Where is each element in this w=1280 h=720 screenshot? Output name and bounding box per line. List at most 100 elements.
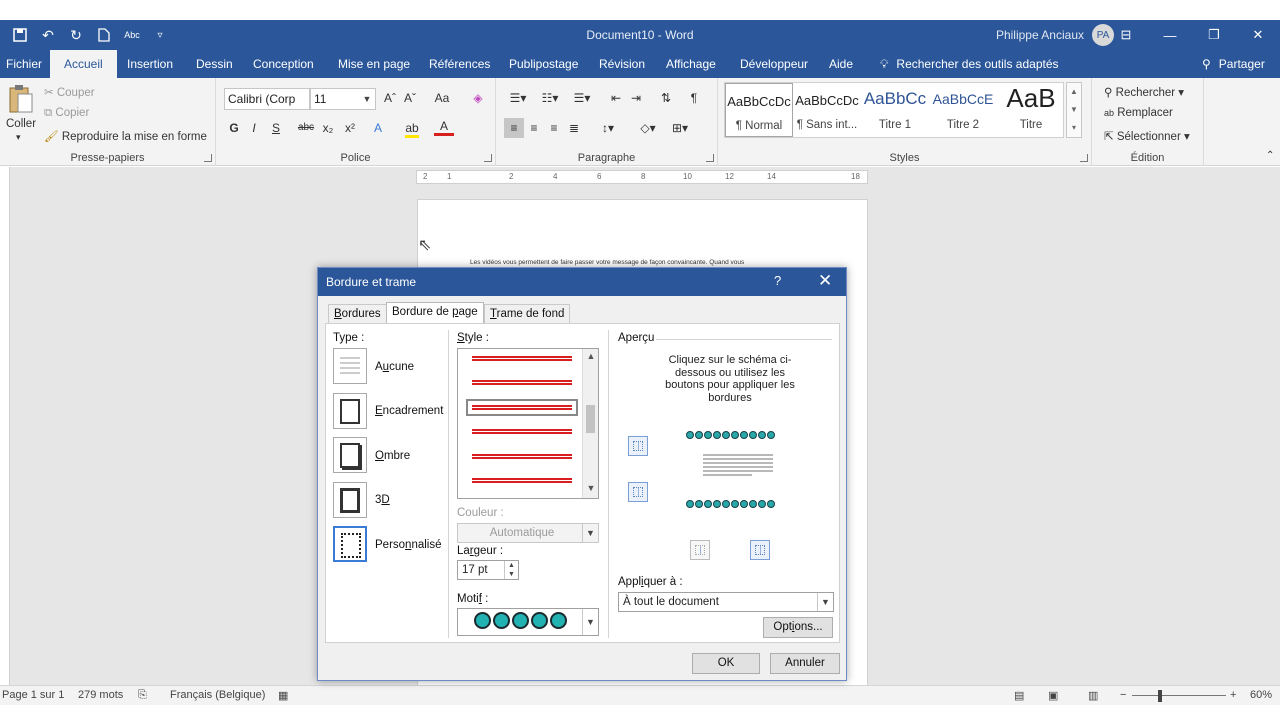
select-button[interactable]: ⇱ Sélectionner ▾ <box>1104 129 1190 143</box>
tab-trame-de-fond[interactable]: Trame de fond <box>484 304 571 324</box>
paste-button[interactable]: Coller <box>6 118 36 130</box>
print-layout-icon[interactable]: ▣ <box>1048 689 1058 702</box>
style-option[interactable] <box>472 380 572 385</box>
close-icon[interactable]: ✕ <box>1236 20 1280 50</box>
style-normal[interactable]: AaBbCcDc ¶ Normal <box>725 83 793 137</box>
color-dropdown[interactable]: Automatique ▼ <box>457 523 599 543</box>
numbering-icon[interactable]: ☷▾ <box>536 88 564 108</box>
tab-conception[interactable]: Conception <box>251 50 316 78</box>
type-custom-icon[interactable] <box>333 526 367 562</box>
style-list-scrollbar[interactable]: ▲ ▼ <box>582 349 598 498</box>
bullets-icon[interactable]: ☰▾ <box>504 88 532 108</box>
clipboard-launcher-icon[interactable] <box>204 154 212 162</box>
underline-icon[interactable]: S <box>266 118 286 138</box>
zoom-level[interactable]: 60% <box>1250 689 1272 701</box>
bold-icon[interactable]: G <box>224 118 244 138</box>
superscript-icon[interactable]: x² <box>340 118 360 138</box>
decrease-indent-icon[interactable]: ⇤ <box>606 88 626 108</box>
style-option[interactable] <box>472 478 572 483</box>
left-border-toggle-icon[interactable] <box>690 540 710 560</box>
styles-launcher-icon[interactable] <box>1080 154 1088 162</box>
style-option[interactable] <box>466 399 578 416</box>
clear-formatting-icon[interactable]: ◈ <box>468 88 488 108</box>
right-border-toggle-icon[interactable] <box>750 540 770 560</box>
tab-dessin[interactable]: Dessin <box>194 50 235 78</box>
cut-button[interactable]: ✂ Couper <box>44 85 95 99</box>
type-none-icon[interactable] <box>333 348 367 384</box>
change-case-icon[interactable]: Aa <box>428 88 456 108</box>
highlight-icon[interactable]: ab <box>402 118 422 138</box>
tab-mise-en-page[interactable]: Mise en page <box>336 50 412 78</box>
apply-to-dropdown[interactable]: À tout le document ▼ <box>618 592 834 612</box>
more-styles-icon[interactable]: ▾ <box>1067 119 1081 137</box>
italic-icon[interactable]: I <box>244 118 264 138</box>
bottom-border-toggle-icon[interactable] <box>628 482 648 502</box>
page-count[interactable]: Page 1 sur 1 <box>2 689 64 701</box>
web-layout-icon[interactable]: ▥ <box>1088 689 1098 702</box>
zoom-out-icon[interactable]: − <box>1120 689 1126 701</box>
ribbon-display-icon[interactable]: ⊟ <box>1104 20 1148 50</box>
increase-indent-icon[interactable]: ⇥ <box>626 88 646 108</box>
tell-me-search[interactable]: 💡︎ Rechercher des outils adaptés <box>878 50 1061 78</box>
tab-insertion[interactable]: Insertion <box>125 50 175 78</box>
tab-accueil[interactable]: Accueil <box>50 50 117 78</box>
read-mode-icon[interactable]: ▤ <box>1014 689 1024 702</box>
type-custom[interactable]: Personnalisé <box>375 539 442 551</box>
tab-bordure-de-page[interactable]: Bordure de page <box>386 302 484 324</box>
style-option[interactable] <box>472 454 572 459</box>
undo-icon[interactable]: ↶ <box>36 23 60 47</box>
tab-affichage[interactable]: Affichage <box>664 50 718 78</box>
grow-font-icon[interactable]: Aˆ <box>380 88 400 108</box>
customize-icon[interactable]: ▿ <box>148 23 172 47</box>
macro-icon[interactable]: ▦ <box>278 689 288 702</box>
user-account[interactable]: Philippe Anciaux PA <box>996 20 1114 50</box>
copy-button[interactable]: ⧉ Copier <box>44 107 89 120</box>
font-launcher-icon[interactable] <box>484 154 492 162</box>
type-none[interactable]: Aucune <box>375 361 414 373</box>
zoom-in-icon[interactable]: + <box>1230 689 1236 701</box>
font-size-combo[interactable]: 11 ▼ <box>310 88 376 110</box>
redo-icon[interactable]: ↻ <box>64 23 88 47</box>
subscript-icon[interactable]: x₂ <box>318 118 338 138</box>
spelling-icon[interactable]: Abc <box>120 23 144 47</box>
multilevel-list-icon[interactable]: ☰▾ <box>568 88 596 108</box>
tab-aide[interactable]: Aide <box>827 50 855 78</box>
paragraph-launcher-icon[interactable] <box>706 154 714 162</box>
spinner-arrows-icon[interactable]: ▲ ▼ <box>504 561 518 579</box>
type-box-icon[interactable] <box>333 393 367 429</box>
style-heading-1[interactable]: AaBbCc Titre 1 <box>861 83 929 137</box>
paste-icon[interactable] <box>8 84 34 114</box>
document-text[interactable]: Les vidéos vous permettent de faire pass… <box>470 259 744 266</box>
replace-button[interactable]: ab Remplacer <box>1104 107 1173 119</box>
chevron-down-icon[interactable]: ▼ <box>583 483 598 493</box>
font-color-icon[interactable]: A <box>434 118 454 136</box>
style-title[interactable]: AaB Titre <box>997 83 1065 137</box>
proofing-icon[interactable]: ⎘ <box>138 689 147 702</box>
show-marks-icon[interactable]: ¶ <box>684 88 704 108</box>
language[interactable]: Français (Belgique) <box>170 689 265 701</box>
style-no-spacing[interactable]: AaBbCcDc ¶ Sans int... <box>793 83 861 137</box>
style-option[interactable] <box>472 429 572 434</box>
zoom-slider[interactable] <box>1132 695 1226 696</box>
type-box[interactable]: Encadrement <box>375 405 443 417</box>
restore-icon[interactable]: ❐ <box>1192 20 1236 50</box>
type-shadow-icon[interactable] <box>333 437 367 473</box>
sort-icon[interactable]: ⇅ <box>656 88 676 108</box>
tab-developpeur[interactable]: Développeur <box>738 50 810 78</box>
type-shadow[interactable]: Ombre <box>375 450 410 462</box>
align-right-icon[interactable]: ≡ <box>544 118 564 138</box>
styles-gallery-scroll[interactable]: ▲ ▼ ▾ <box>1066 82 1082 138</box>
type-3d[interactable]: 3D <box>375 494 390 506</box>
chevron-up-icon[interactable]: ▲ <box>583 351 598 361</box>
share-button[interactable]: ⚲ Partager <box>1200 50 1267 78</box>
options-button[interactable]: Options... <box>763 617 833 638</box>
word-count[interactable]: 279 mots <box>78 689 123 701</box>
justify-icon[interactable]: ≣ <box>564 118 584 138</box>
align-center-icon[interactable]: ≡ <box>524 118 544 138</box>
borders-icon[interactable]: ⊞▾ <box>666 118 694 138</box>
preview-top-border[interactable] <box>686 431 775 439</box>
line-spacing-icon[interactable]: ↕▾ <box>594 118 622 138</box>
paste-dropdown-icon[interactable]: ▾ <box>16 132 21 143</box>
style-option[interactable] <box>472 356 572 361</box>
minimize-icon[interactable]: — <box>1148 20 1192 50</box>
